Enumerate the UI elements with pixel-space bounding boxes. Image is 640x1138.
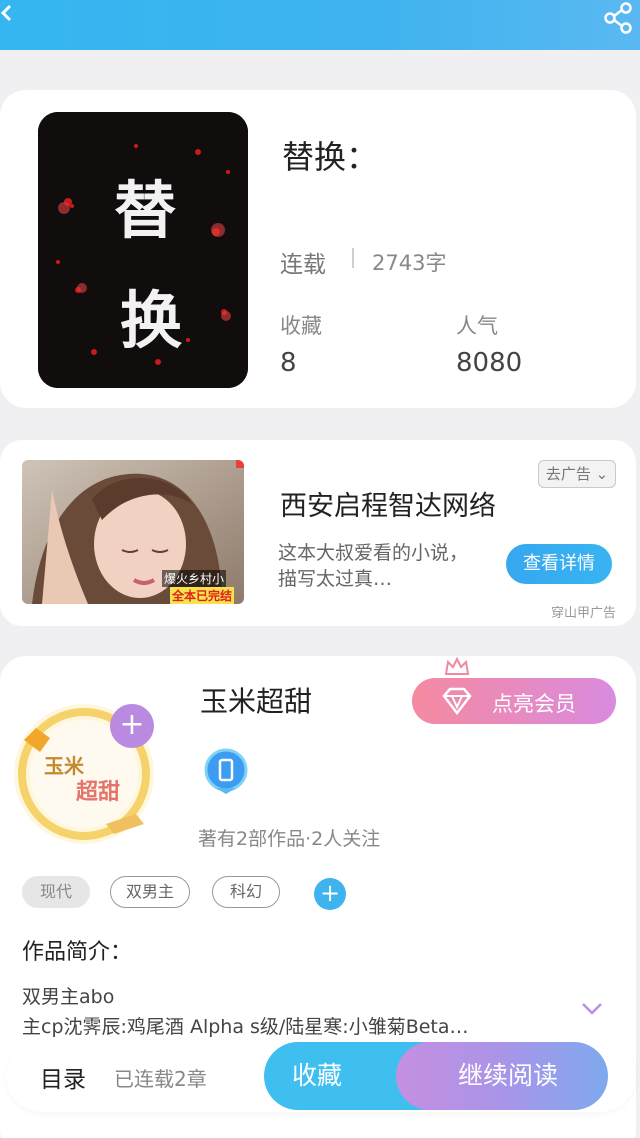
ad-description: 这本大叔爱看的小说，描写太过真…	[278, 542, 469, 590]
divider	[352, 248, 354, 268]
avatar-text-2: 超甜	[76, 780, 121, 805]
bottom-action-bar: 目录 已连载2章 收藏 继续阅读	[6, 1040, 636, 1112]
level-badge-icon	[204, 748, 248, 794]
ad-source-label: 穿山甲广告	[550, 606, 616, 621]
popularity-label: 人气	[456, 314, 498, 338]
remove-ad-button[interactable]: 去广告 ⌄	[538, 460, 616, 488]
book-info-card: 替 换 替换： 连载 2743字 收藏 8 人气 8080	[0, 90, 636, 408]
view-details-button[interactable]: 查看详情	[506, 544, 612, 584]
activate-vip-button[interactable]: 点亮会员	[412, 678, 616, 724]
cover-title-char-1: 替	[114, 174, 177, 247]
add-tag-button[interactable]: +	[314, 878, 346, 910]
continue-reading-button[interactable]: 继续阅读	[396, 1042, 608, 1110]
popularity-count: 8080	[456, 348, 523, 378]
cover-title-char-2: 换	[120, 284, 183, 357]
serial-status: 连载	[280, 252, 326, 278]
tag-scifi[interactable]: 科幻	[212, 876, 280, 908]
ad-image[interactable]: 爆火乡村小 全本已完结	[22, 460, 244, 604]
book-title: 替换：	[282, 138, 379, 176]
tag-modern[interactable]: 现代	[22, 876, 90, 908]
ad-card[interactable]: 爆火乡村小 全本已完结 去广告 ⌄ 西安启程智达网络 这本大叔爱看的小说，描写太…	[0, 440, 636, 626]
ad-image-caption-bottom: 全本已完结	[170, 587, 235, 604]
top-bar	[0, 0, 640, 50]
crown-icon	[444, 656, 470, 675]
author-stats: 著有2部作品·2人关注	[198, 828, 381, 850]
chevron-down-icon[interactable]	[580, 1001, 604, 1017]
book-cover[interactable]: 替 换	[38, 112, 248, 388]
diamond-icon	[442, 687, 472, 715]
tag-double-male-lead[interactable]: 双男主	[110, 876, 190, 908]
favorites-count: 8	[280, 348, 297, 378]
ad-title[interactable]: 西安启程智达网络	[280, 484, 496, 523]
follow-author-button[interactable]: +	[110, 704, 154, 748]
table-of-contents-button[interactable]: 目录	[40, 1060, 86, 1094]
favorites-label: 收藏	[280, 314, 322, 338]
intro-text-line: 双男主abo	[22, 986, 115, 1008]
intro-text-line: 主cp沈霁辰:鸡尾酒 Alpha s级/陆星寒:小雏菊Beta…	[22, 1016, 469, 1038]
intro-heading: 作品简介：	[22, 940, 133, 965]
word-count: 2743字	[372, 251, 447, 275]
author-name[interactable]: 玉米超甜	[200, 680, 312, 720]
ad-image-caption-top: 爆火乡村小	[162, 570, 227, 587]
share-icon[interactable]	[600, 2, 636, 34]
back-arrow-icon[interactable]	[0, 4, 14, 24]
chapters-count[interactable]: 已连载2章	[114, 1063, 207, 1092]
vip-button-label: 点亮会员	[492, 692, 576, 716]
